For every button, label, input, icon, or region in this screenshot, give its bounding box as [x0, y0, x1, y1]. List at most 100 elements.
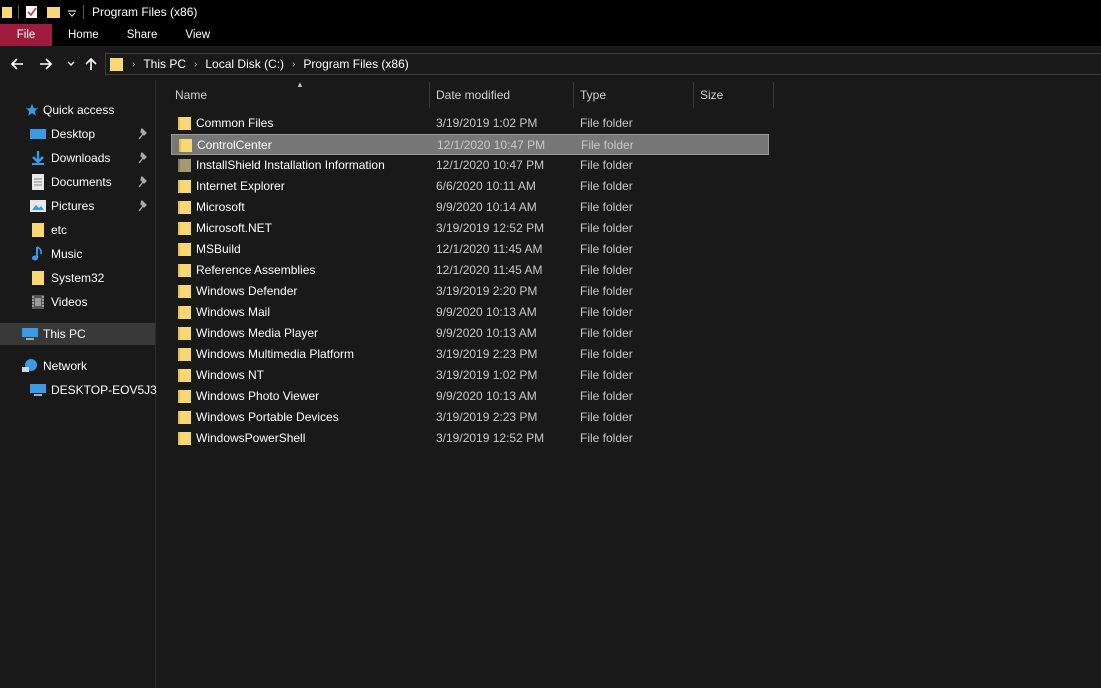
folder-icon: [178, 327, 191, 340]
folder-icon: [178, 369, 191, 382]
sidebar-item-label: Videos: [51, 295, 88, 309]
pin-icon[interactable]: [138, 176, 150, 188]
sidebar-item-label: Documents: [51, 175, 112, 189]
sidebar-item-music[interactable]: Music: [0, 243, 155, 265]
quick-access-toolbar: [0, 0, 90, 24]
folder-icon: [30, 222, 46, 238]
sidebar-item-documents[interactable]: Documents: [0, 171, 155, 193]
column-header-type[interactable]: Type: [580, 82, 692, 108]
sidebar-item-label: Music: [51, 247, 83, 261]
folder-icon: [178, 411, 191, 424]
file-row[interactable]: ControlCenter 12/1/2020 10:47 PM File fold…: [171, 134, 769, 155]
file-row[interactable]: Microsoft.NET 3/19/2019 12:52 PM File fold…: [171, 218, 769, 239]
file-type: File folder: [580, 179, 633, 193]
folder-icon: [178, 306, 191, 319]
file-row[interactable]: Internet Explorer 6/6/2020 10:11 AM File f…: [171, 176, 769, 197]
window-title: Program Files (x86): [92, 5, 198, 19]
up-button[interactable]: [82, 54, 100, 74]
file-row[interactable]: Windows NT 3/19/2019 1:02 PM File folder: [171, 365, 769, 386]
address-bar[interactable]: › This PC › Local Disk (C:) › Program Fi…: [105, 53, 1101, 75]
sidebar-item-desktop-computer[interactable]: DESKTOP-EOV5J3F: [0, 379, 164, 401]
file-type: File folder: [580, 242, 633, 256]
file-row[interactable]: Windows Defender 3/19/2019 2:20 PM File fo…: [171, 281, 769, 302]
computer-icon: [30, 382, 46, 398]
forward-button[interactable]: [37, 54, 55, 74]
sidebar-item-network[interactable]: Network: [0, 355, 155, 377]
tab-view[interactable]: View: [171, 24, 224, 46]
sidebar-item-system32[interactable]: System32: [0, 267, 155, 289]
file-date-modified: 9/9/2020 10:13 AM: [436, 305, 537, 319]
column-header-name[interactable]: Name: [175, 82, 427, 108]
file-row[interactable]: Windows Mail 9/9/2020 10:13 AM File folder: [171, 302, 769, 323]
file-row[interactable]: WindowsPowerShell 3/19/2019 12:52 PM File …: [171, 428, 769, 449]
new-folder-icon[interactable]: [47, 5, 61, 19]
pin-icon[interactable]: [138, 128, 150, 140]
file-type: File folder: [580, 116, 633, 130]
pin-icon[interactable]: [138, 152, 150, 164]
column-header-size[interactable]: Size: [700, 82, 772, 108]
file-type: File folder: [580, 263, 633, 277]
video-icon: [30, 294, 46, 310]
tab-share[interactable]: Share: [113, 24, 172, 46]
column-divider[interactable]: [429, 82, 430, 108]
file-row[interactable]: Windows Portable Devices 3/19/2019 2:23 P…: [171, 407, 769, 428]
file-type: File folder: [580, 410, 633, 424]
file-row[interactable]: InstallShield Installation Information 12…: [171, 155, 769, 176]
title-bar: Program Files (x86): [0, 0, 1101, 24]
sidebar-item-label: Desktop: [51, 127, 96, 141]
file-name: Windows Defender: [196, 284, 298, 298]
sidebar-item-pictures[interactable]: Pictures: [0, 195, 155, 217]
sidebar-item-desktop[interactable]: Desktop: [0, 123, 155, 145]
breadcrumb-this-pc[interactable]: This PC: [143, 57, 186, 71]
sidebar-item-etc[interactable]: etc: [0, 219, 155, 241]
folder-icon: [178, 180, 191, 193]
file-name: Windows Portable Devices: [196, 410, 339, 424]
back-button[interactable]: [8, 54, 26, 74]
file-row[interactable]: Windows Photo Viewer 9/9/2020 10:13 AM Fil…: [171, 386, 769, 407]
file-type: File folder: [580, 221, 633, 235]
tab-home[interactable]: Home: [54, 24, 113, 46]
file-date-modified: 3/19/2019 12:52 PM: [436, 431, 545, 445]
file-type: File folder: [580, 368, 633, 382]
star-icon: [24, 102, 40, 118]
sidebar-item-this-pc[interactable]: This PC: [0, 323, 155, 345]
sidebar-item-videos[interactable]: Videos: [0, 291, 155, 313]
column-divider[interactable]: [773, 82, 774, 108]
file-list-pane: ▲ Name Date modified Type Size Common Fi…: [157, 80, 1101, 688]
breadcrumb-local-disk[interactable]: Local Disk (C:): [205, 57, 284, 71]
recent-locations-button[interactable]: [62, 54, 80, 74]
breadcrumb-chevron-icon[interactable]: ›: [132, 59, 135, 70]
sidebar-item-label: Downloads: [51, 151, 111, 165]
file-date-modified: 3/19/2019 1:02 PM: [436, 116, 538, 130]
file-name: Windows Media Player: [196, 326, 319, 340]
file-row[interactable]: Microsoft 9/9/2020 10:14 AM File folder: [171, 197, 769, 218]
file-row[interactable]: Reference Assemblies 12/1/2020 11:45 AM Fi…: [171, 260, 769, 281]
file-type: File folder: [580, 389, 633, 403]
sidebar-item-quick-access[interactable]: Quick access: [0, 99, 155, 121]
file-row[interactable]: MSBuild 12/1/2020 11:45 AM File folder: [171, 239, 769, 260]
breadcrumb-program-files-x86[interactable]: Program Files (x86): [303, 57, 408, 71]
column-divider[interactable]: [693, 82, 694, 108]
file-name: Reference Assemblies: [196, 263, 316, 277]
folder-icon: [178, 348, 191, 361]
column-header-date-modified[interactable]: Date modified: [436, 82, 572, 108]
tab-file[interactable]: File: [0, 24, 52, 46]
file-type: File folder: [581, 138, 634, 152]
breadcrumb-chevron-icon[interactable]: ›: [292, 59, 295, 70]
folder-icon: [178, 264, 191, 277]
sidebar-item-label: Quick access: [43, 103, 115, 117]
music-icon: [30, 246, 46, 262]
file-name: Windows Multimedia Platform: [196, 347, 355, 361]
properties-icon[interactable]: [25, 5, 39, 19]
folder-icon: [178, 432, 191, 445]
breadcrumb-chevron-icon[interactable]: ›: [194, 59, 197, 70]
column-divider[interactable]: [573, 82, 574, 108]
file-row[interactable]: Windows Multimedia Platform 3/19/2019 2:2…: [171, 344, 769, 365]
file-row[interactable]: Windows Media Player 9/9/2020 10:13 AM Fil…: [171, 323, 769, 344]
file-date-modified: 3/19/2019 12:52 PM: [436, 221, 545, 235]
pin-icon[interactable]: [138, 200, 150, 212]
customize-toolbar-chevron-icon[interactable]: [67, 5, 77, 19]
file-row[interactable]: Common Files 3/19/2019 1:02 PM File folder: [171, 113, 769, 134]
file-date-modified: 3/19/2019 2:23 PM: [436, 410, 538, 424]
sidebar-item-downloads[interactable]: Downloads: [0, 147, 155, 169]
